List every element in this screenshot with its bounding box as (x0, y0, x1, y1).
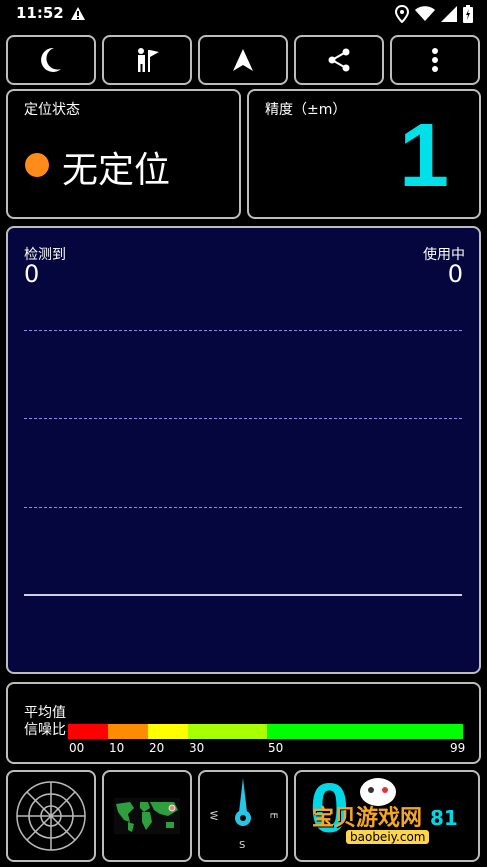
more-options-button[interactable] (390, 35, 480, 85)
accuracy-label: 精度（±m） (265, 102, 347, 118)
signal-icon (441, 6, 457, 22)
baseline (24, 594, 462, 596)
used-count: 0 (447, 260, 463, 288)
world-map-icon (114, 798, 180, 834)
watermark-number: 81 (430, 806, 458, 830)
snr-tick: 99 (450, 741, 466, 755)
fix-status-value: 无定位 (62, 150, 171, 191)
fix-status-label: 定位状态 (24, 102, 80, 118)
status-time: 11:52 (16, 4, 64, 22)
navigation-arrow-icon (233, 49, 253, 71)
snr-tick: 50 (268, 741, 284, 755)
location-icon (395, 5, 409, 23)
more-vert-icon (432, 48, 438, 72)
compass-south-label: S (239, 840, 246, 851)
snr-label: 信噪比 (24, 722, 66, 738)
night-mode-button[interactable] (6, 35, 96, 85)
compass-button[interactable]: W E S (198, 770, 288, 862)
average-label: 平均值 (24, 705, 66, 721)
navigate-button[interactable] (198, 35, 288, 85)
speed-button[interactable]: 0 宝贝游戏网 baobeiy.com 81 (294, 770, 480, 862)
share-icon (328, 48, 350, 72)
snr-tick: 30 (189, 741, 205, 755)
status-bar: 11:52 (0, 0, 487, 28)
radar-icon (16, 781, 86, 851)
world-map-button[interactable] (102, 770, 192, 862)
snr-tick: 00 (69, 741, 85, 755)
fix-status-panel: 定位状态 无定位 (6, 89, 241, 219)
guide-person-icon (138, 48, 159, 72)
watermark-title: 宝贝游戏网 (312, 806, 423, 831)
share-button[interactable] (294, 35, 384, 85)
radar-view-button[interactable] (6, 770, 96, 862)
snr-scale-bar (68, 724, 463, 739)
snr-segment (68, 724, 108, 739)
snr-tick: 20 (149, 741, 165, 755)
watermark-subtitle: baobeiy.com (346, 830, 430, 844)
wifi-icon (415, 6, 435, 21)
guide-button[interactable] (102, 35, 192, 85)
snr-segment (108, 724, 148, 739)
fix-indicator-dot (25, 153, 49, 177)
moon-icon (41, 47, 61, 72)
snr-tick: 10 (109, 741, 125, 755)
snr-segment (148, 724, 188, 739)
detected-count: 0 (24, 260, 40, 288)
snr-segment (188, 724, 267, 739)
average-snr-panel: 平均值 信噪比 00 10 20 30 50 99 (6, 682, 481, 764)
alert-icon (71, 7, 85, 20)
satellite-signal-panel: 检测到 0 使用中 0 (6, 226, 481, 674)
battery-icon (463, 5, 473, 23)
grid-line (24, 418, 462, 419)
compass-west-label: W (207, 810, 219, 821)
grid-line (24, 507, 462, 508)
grid-line (24, 330, 462, 331)
accuracy-panel: 精度（±m） 1 (247, 89, 481, 219)
compass-east-label: E (267, 812, 279, 819)
snr-segment (267, 724, 463, 739)
accuracy-value: 1 (398, 106, 449, 206)
